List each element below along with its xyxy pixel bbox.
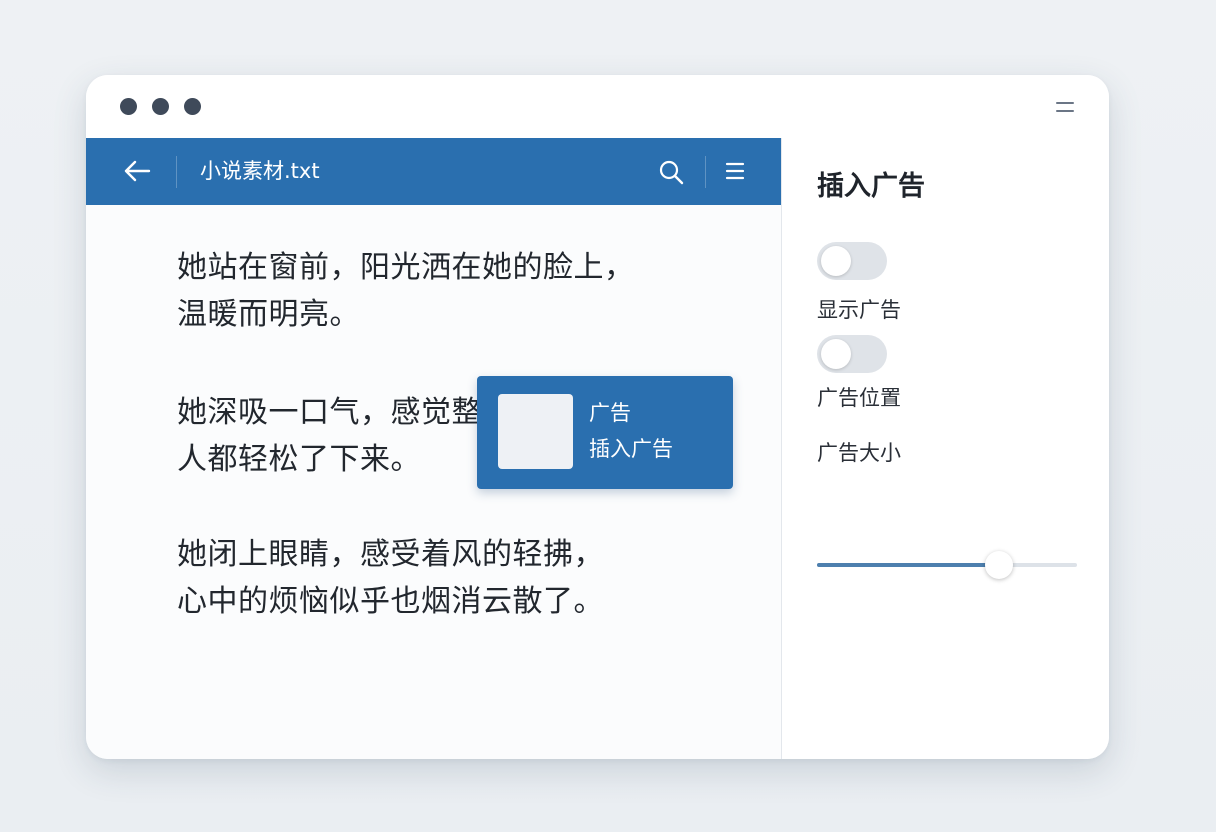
ad-label: 广告 <box>589 401 631 425</box>
reader-toolbar: 小说素材.txt <box>86 138 781 205</box>
reader-pane: 小说素材.txt 她站在窗前，阳光洒在她的脸上， 温暖而明亮。 她深吸一口气，感… <box>86 138 781 759</box>
ad-image-placeholder <box>498 394 573 469</box>
toolbar-divider <box>705 156 706 188</box>
paragraph: 她站在窗前，阳光洒在她的脸上， 温暖而明亮。 <box>177 244 737 338</box>
ad-position-toggle[interactable] <box>817 335 887 373</box>
arrow-left-icon[interactable] <box>122 158 152 184</box>
window-dot-icon[interactable] <box>184 98 201 115</box>
window-dot-icon[interactable] <box>152 98 169 115</box>
slider-knob[interactable] <box>985 551 1013 579</box>
show-ad-label: 显示广告 <box>817 298 901 322</box>
app-window: 小说素材.txt 她站在窗前，阳光洒在她的脸上， 温暖而明亮。 她深吸一口气，感… <box>86 75 1109 759</box>
toggle-knob <box>821 246 851 276</box>
inserted-ad[interactable]: 广告 插入广告 <box>477 376 733 489</box>
search-icon[interactable] <box>657 158 685 186</box>
hamburger-icon[interactable] <box>1054 99 1078 115</box>
text-line: 温暖而明亮。 <box>177 297 360 332</box>
ad-title: 插入广告 <box>589 437 673 461</box>
menu-icon[interactable] <box>723 160 749 182</box>
text-line: 她闭上眼睛，感受着风的轻拂， <box>177 537 604 572</box>
ad-position-label: 广告位置 <box>817 386 901 410</box>
ad-size-label: 广告大小 <box>817 441 901 465</box>
toggle-knob <box>821 339 851 369</box>
slider-fill <box>817 563 999 567</box>
toolbar-divider <box>176 156 177 188</box>
show-ad-toggle[interactable] <box>817 242 887 280</box>
text-line: 心中的烦恼似乎也烟消云散了。 <box>177 584 604 619</box>
paragraph: 她闭上眼睛，感受着风的轻拂， 心中的烦恼似乎也烟消云散了。 <box>177 531 737 625</box>
window-dot-icon[interactable] <box>120 98 137 115</box>
file-title: 小说素材.txt <box>200 159 320 183</box>
window-titlebar <box>86 75 1109 139</box>
panel-title: 插入广告 <box>817 171 925 202</box>
ad-settings-panel: 插入广告 显示广告 广告位置 广告大小 <box>782 138 1109 759</box>
text-line: 她站在窗前，阳光洒在她的脸上， <box>177 250 635 285</box>
ad-size-slider[interactable] <box>817 550 1077 580</box>
